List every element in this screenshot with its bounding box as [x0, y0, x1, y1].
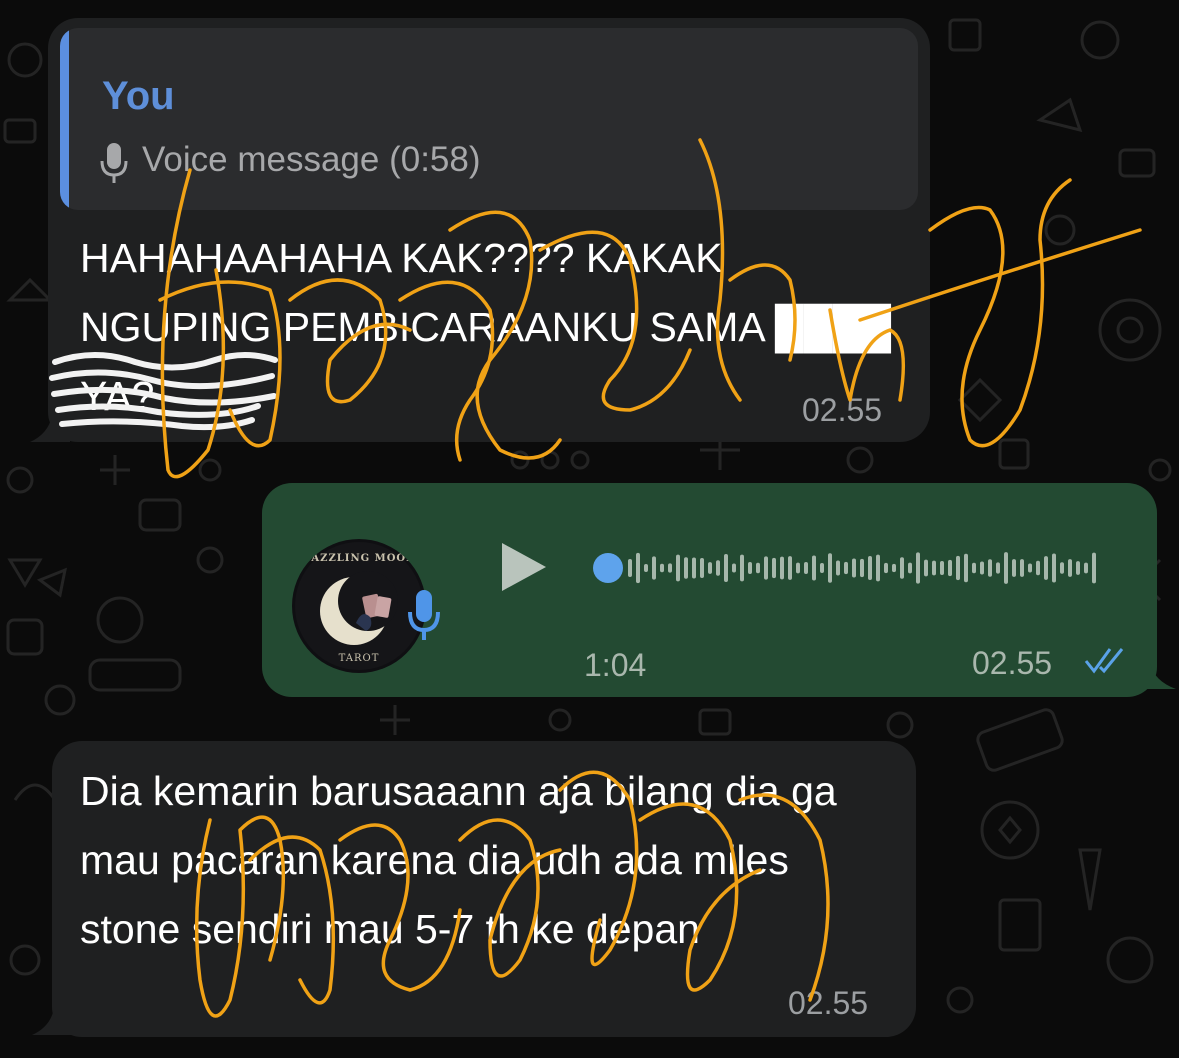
waveform-bar [788, 556, 792, 580]
double-check-icon [1084, 648, 1124, 674]
waveform-bar [652, 556, 656, 580]
waveform-bar [1036, 560, 1040, 576]
waveform-bar [732, 563, 736, 573]
waveform-bar [932, 560, 936, 576]
waveform-bar [700, 558, 704, 578]
mic-icon [100, 143, 128, 183]
waveform-bar [1020, 559, 1024, 577]
waveform-bar [740, 554, 744, 582]
waveform-bar [900, 557, 904, 579]
playback-scrubber[interactable] [593, 553, 623, 583]
incoming-message-bubble[interactable]: Dia kemarin barusaaann aja bilang dia ga… [32, 741, 916, 1037]
quote-accent-bar [60, 28, 69, 210]
waveform-bar [908, 562, 912, 574]
waveform-bar [804, 562, 808, 574]
message-timestamp: 02.55 [802, 392, 883, 428]
avatar[interactable]: DAZZLING MOON TAROT [292, 539, 426, 673]
waveform-bar [660, 563, 664, 573]
waveform-bar [1068, 559, 1072, 577]
mic-icon [408, 590, 440, 640]
waveform-bar [892, 563, 896, 573]
avatar-logo-text: DAZZLING MOON [301, 553, 417, 564]
waveform-bar [1084, 562, 1088, 574]
bubble-tail [30, 416, 70, 442]
bubble-tail [1132, 663, 1176, 689]
waveform-bar [644, 563, 648, 573]
waveform-bar [668, 563, 672, 573]
avatar-logo-subtext: TAROT [338, 653, 380, 664]
voice-duration: 1:04 [584, 647, 647, 683]
waveform-bar [1076, 561, 1080, 575]
quote-author: You [102, 74, 175, 118]
quote-text: Voice message (0:58) [142, 140, 481, 179]
waveform-bar [884, 562, 888, 574]
waveform-bar [916, 552, 920, 584]
waveform-bar [972, 562, 976, 574]
outgoing-voice-message[interactable]: DAZZLING MOON TAROT 1:04 02.55 [262, 483, 1176, 697]
waveform-bar [852, 558, 856, 578]
message-timestamp: 02.55 [972, 645, 1053, 681]
waveform-bar [1044, 556, 1048, 580]
waveform-bar [628, 559, 632, 577]
waveform-bar [1012, 559, 1016, 577]
waveform-bar [924, 559, 928, 577]
waveform-bar [980, 561, 984, 575]
waveform-bar [812, 555, 816, 581]
waveform-bar [940, 560, 944, 576]
waveform-bar [676, 554, 680, 582]
waveform-bar [996, 562, 1000, 574]
voice-waveform[interactable] [592, 545, 1112, 591]
waveform-bar [868, 556, 872, 580]
waveform-bar [836, 560, 840, 576]
waveform-bar [724, 553, 728, 583]
waveform-bar [780, 556, 784, 580]
play-button[interactable] [498, 541, 548, 593]
waveform-bar [796, 562, 800, 574]
waveform-bar [1092, 552, 1096, 584]
waveform-bar [684, 557, 688, 579]
waveform-bar [964, 553, 968, 583]
waveform-bar [828, 553, 832, 583]
waveform-bar [860, 558, 864, 578]
waveform-bar [708, 562, 712, 574]
waveform-bar [692, 557, 696, 579]
waveform-bar [876, 554, 880, 582]
waveform-bar [820, 562, 824, 574]
waveform-bar [756, 562, 760, 574]
waveform-bar [764, 556, 768, 580]
waveform-bar [748, 561, 752, 575]
waveform-bar [1052, 553, 1056, 583]
waveform-bar [636, 552, 640, 584]
message-text: Dia kemarin barusaaann aja bilang dia ga… [80, 768, 837, 952]
waveform-bar [1004, 552, 1008, 584]
bubble-tail [32, 1009, 72, 1035]
waveform-bar [844, 561, 848, 575]
message-timestamp: 02.55 [788, 985, 869, 1021]
reply-quote[interactable]: You Voice message (0:58) [60, 28, 918, 210]
message-text: HAHAHAAHAHA KAK???? KAKAK NGUPING PEMBIC… [80, 235, 892, 419]
incoming-message-bubble[interactable]: You Voice message (0:58) HAHAHAAHAHA KAK… [30, 18, 930, 442]
waveform-bar [988, 559, 992, 577]
waveform-bar [956, 555, 960, 581]
waveform-bar [948, 559, 952, 577]
waveform-bar [1060, 562, 1064, 574]
waveform-bar [772, 557, 776, 579]
waveform-bar [1028, 563, 1032, 573]
waveform-bar [716, 560, 720, 576]
